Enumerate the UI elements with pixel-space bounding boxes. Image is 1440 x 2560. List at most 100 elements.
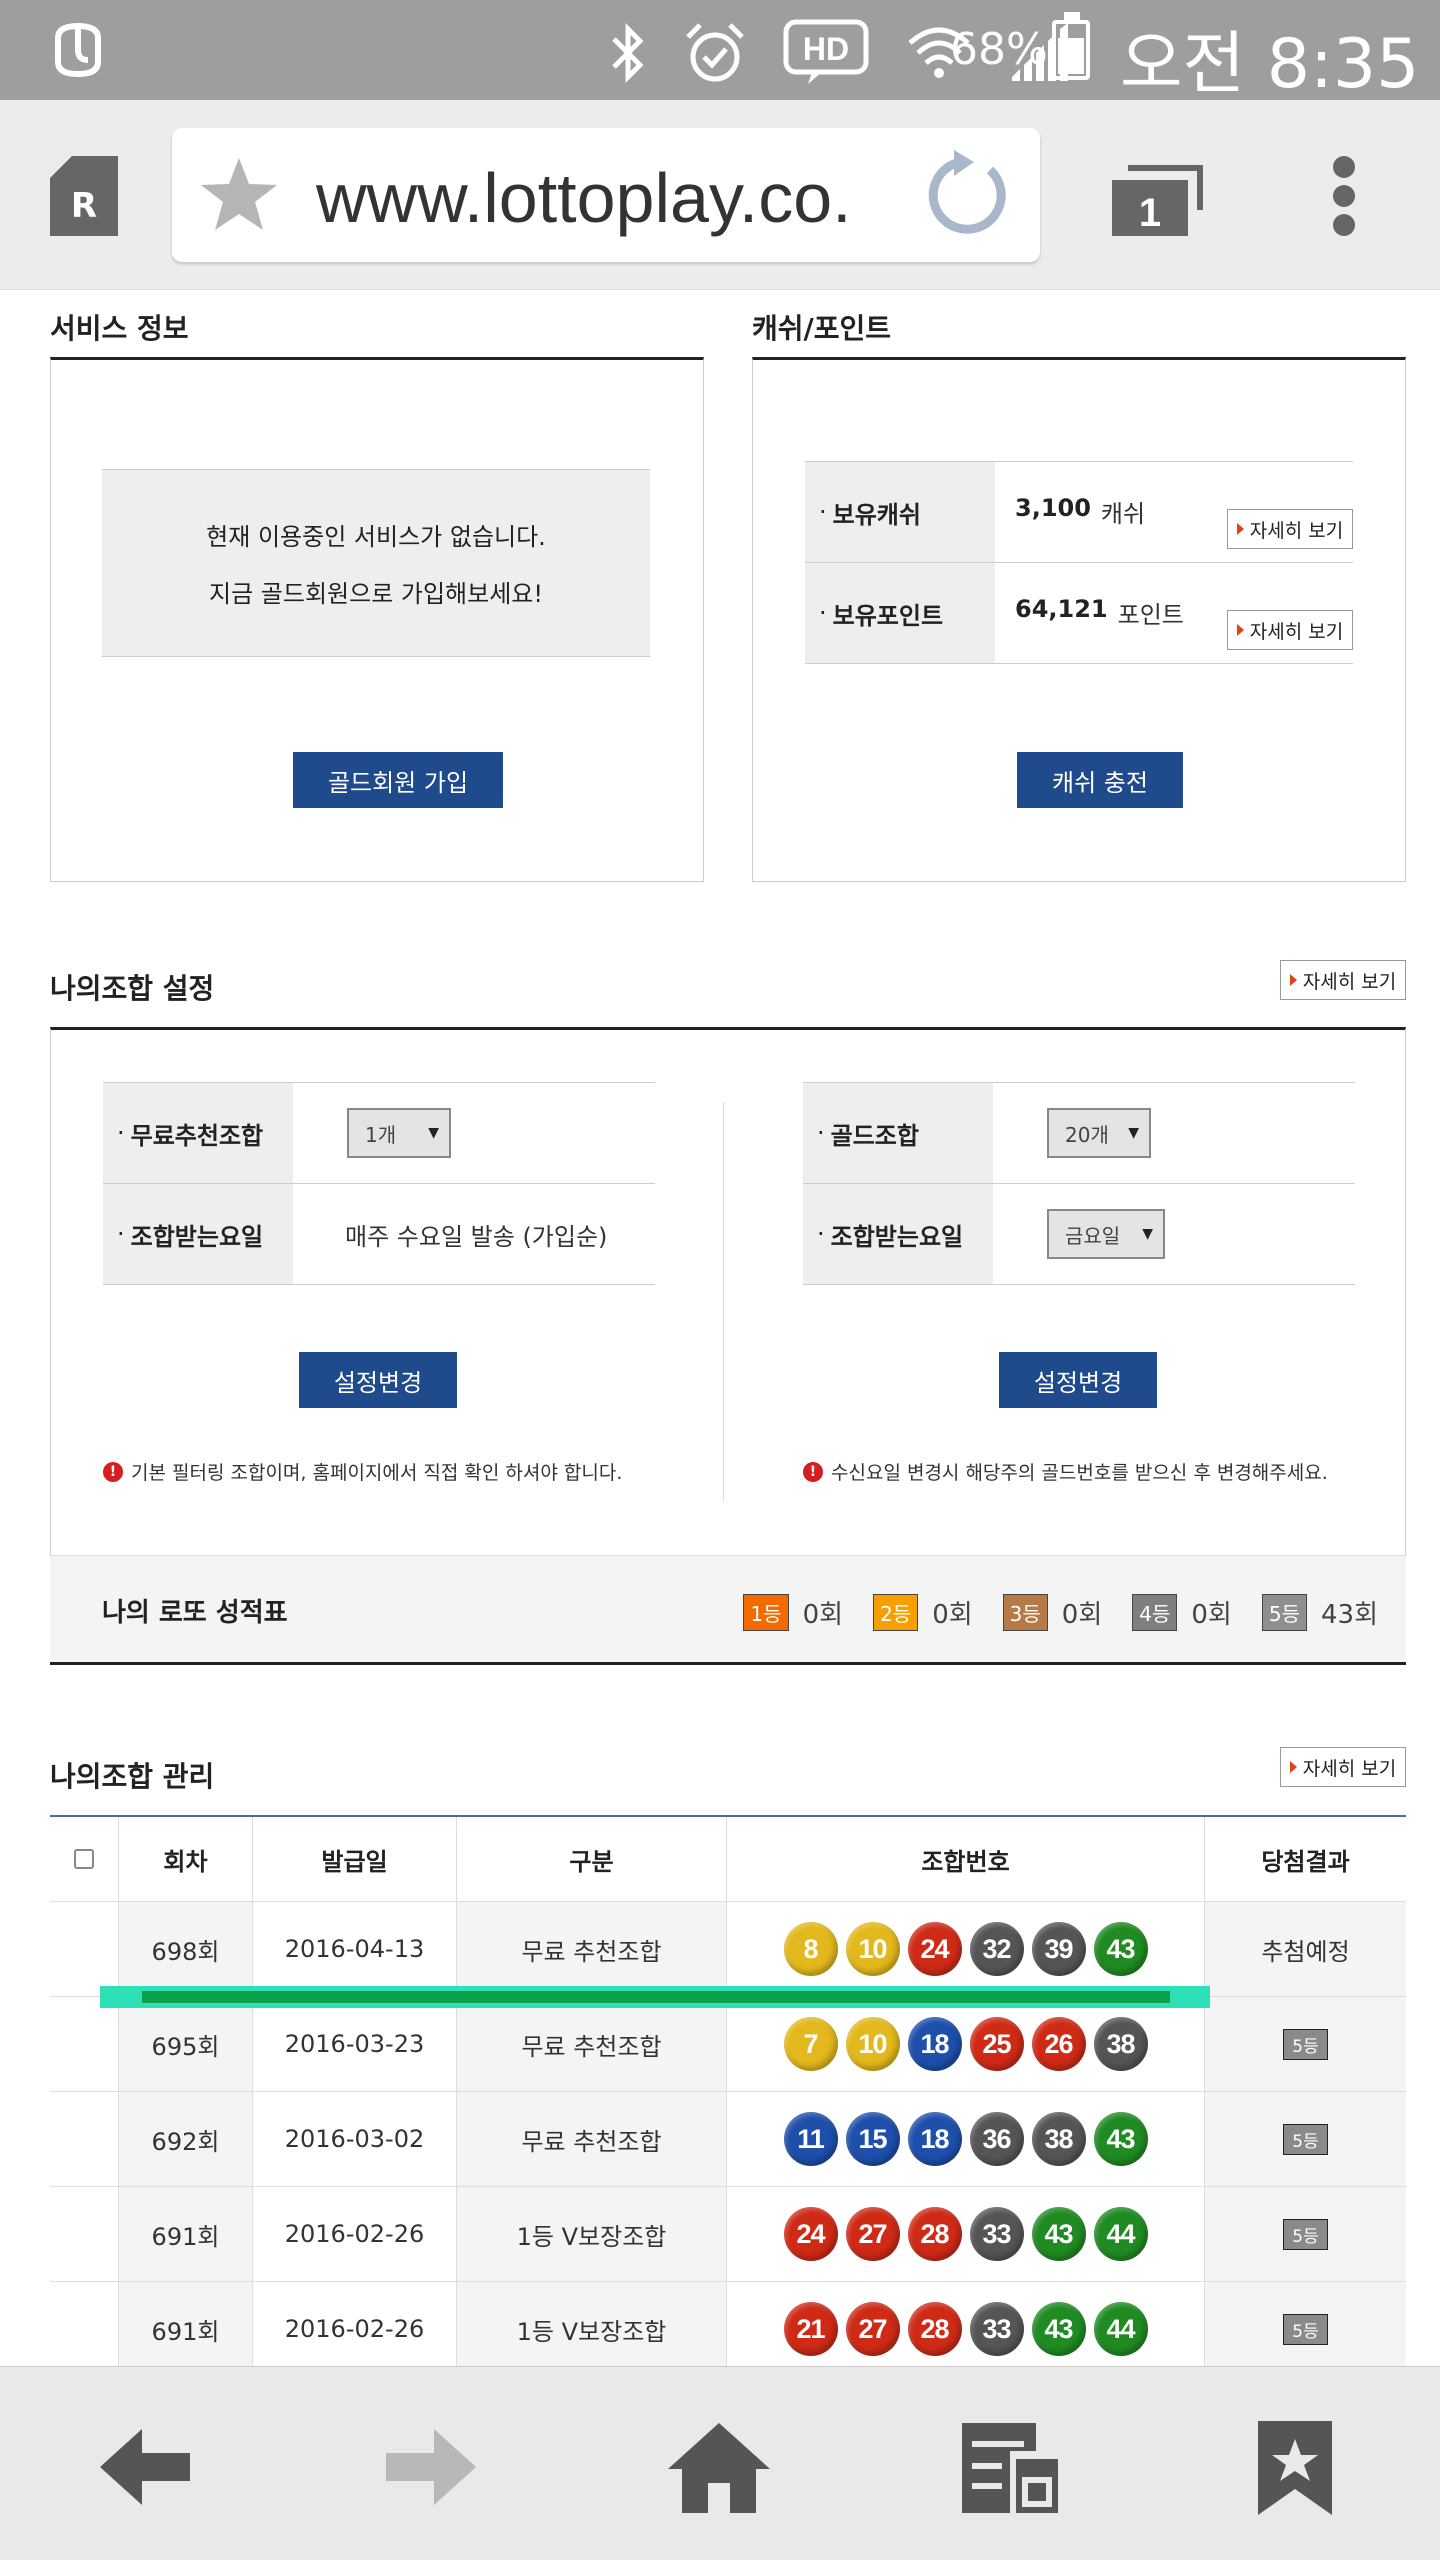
table-row[interactable]: 692회 2016-03-02 무료 추천조합 11 15 18 36 38 43 5등 — [50, 2092, 1406, 2187]
row-result: 추첨예정 — [1204, 1902, 1406, 1996]
cash-row: 보유캐쉬 3,100캐쉬 자세히 보기 — [805, 462, 1353, 563]
overflow-menu-icon[interactable] — [1324, 156, 1364, 236]
free-combo-count-select[interactable]: 1개 — [347, 1108, 451, 1158]
lotto-ball: 43 — [1031, 2207, 1086, 2261]
lotto-ball: 27 — [845, 2302, 900, 2356]
row-check-cell — [50, 1902, 118, 1996]
row-check-cell — [50, 2282, 118, 2366]
rank-5-badge: 5등 — [1261, 1594, 1307, 1631]
rank-4-badge: 4등 — [1132, 1594, 1178, 1631]
no-service-message: 현재 이용중인 서비스가 없습니다. 지금 골드회원으로 가입해보세요! — [102, 469, 650, 657]
result-badge: 5등 — [1283, 2218, 1328, 2250]
gold-combo-row: 골드조합 20개 — [803, 1083, 1355, 1184]
reader-mode-icon[interactable]: R — [50, 156, 118, 236]
row-type: 무료 추천조합 — [456, 1902, 726, 1996]
row-type: 무료 추천조합 — [456, 1997, 726, 2091]
table-header: 회차 발급일 구분 조합번호 당첨결과 — [50, 1817, 1406, 1902]
lotto-ball: 15 — [845, 2112, 900, 2166]
result-badge: 5등 — [1283, 2313, 1328, 2345]
lotto-ball: 43 — [1093, 1922, 1148, 1976]
tabs-button[interactable]: 1 — [1108, 158, 1204, 238]
rank-2-count: 0회 — [932, 1600, 973, 1630]
point-detail-button[interactable]: 자세히 보기 — [1227, 610, 1353, 650]
gold-combo-notice: ! 수신요일 변경시 해당주의 골드번호를 받으신 후 변경해주세요. — [803, 1458, 1328, 1485]
cash-charge-button[interactable]: 캐쉬 충전 — [1017, 752, 1183, 808]
combo-manage-title: 나의조합 관리 — [50, 1760, 215, 1793]
cash-detail-button[interactable]: 자세히 보기 — [1227, 509, 1353, 549]
result-badge: 5등 — [1283, 2028, 1328, 2060]
lotto-ball: 21 — [783, 2302, 838, 2356]
free-combo-save-button[interactable]: 설정변경 — [299, 1352, 457, 1408]
back-icon[interactable] — [90, 2417, 200, 2517]
row-check-cell — [50, 2187, 118, 2281]
arrow-icon — [1289, 1761, 1297, 1773]
arrow-icon — [1236, 523, 1244, 535]
table-row[interactable]: 698회 2016-04-13 무료 추천조합 8 10 24 32 39 43 추첨예정 — [50, 1902, 1406, 1997]
bookmarks-icon[interactable] — [1240, 2417, 1350, 2517]
browser-bottom-nav — [0, 2366, 1440, 2560]
reader-letter: R — [70, 186, 98, 226]
gold-combo-count-select[interactable]: 20개 — [1047, 1108, 1151, 1158]
lotto-ball: 33 — [969, 2207, 1024, 2261]
address-bar[interactable]: www.lottoplay.co. — [172, 128, 1040, 262]
gold-combo-day-select[interactable]: 금요일 — [1047, 1209, 1165, 1259]
lotto-ball: 18 — [907, 2112, 962, 2166]
lotto-ball: 8 — [783, 1922, 838, 1976]
clock: 오전 8:35 — [1120, 25, 1420, 104]
row-round: 692회 — [118, 2092, 252, 2186]
free-combo-day-value: 매주 수요일 발송 (가입순) — [345, 1222, 608, 1251]
cash-point-title: 캐쉬/포인트 — [752, 312, 892, 345]
arrow-icon — [1236, 624, 1244, 636]
reload-icon[interactable] — [920, 148, 1016, 244]
gold-member-join-button[interactable]: 골드회원 가입 — [293, 752, 503, 808]
lotto-ball: 11 — [783, 2112, 838, 2166]
arrow-icon — [1289, 974, 1297, 986]
lotto-ball: 10 — [845, 2017, 900, 2071]
lotto-ball: 28 — [907, 2207, 962, 2261]
message-line-1: 현재 이용중인 서비스가 없습니다. — [206, 523, 546, 551]
service-info-box: 현재 이용중인 서비스가 없습니다. 지금 골드회원으로 가입해보세요! 골드회… — [50, 357, 704, 882]
lotto-ball: 39 — [1031, 1922, 1086, 1976]
rank-3-badge: 3등 — [1002, 1594, 1048, 1631]
row-date: 2016-03-02 — [252, 2092, 456, 2186]
lotto-ball: 24 — [907, 1922, 962, 1976]
free-combo-day-label: 조합받는요일 — [103, 1184, 293, 1284]
table-row[interactable]: 691회 2016-02-26 1등 V보장조합 21 27 28 33 43 44 5등 — [50, 2282, 1406, 2366]
rank-3-count: 0회 — [1061, 1600, 1103, 1630]
service-info-title: 서비스 정보 — [50, 312, 189, 345]
lotto-ball: 24 — [783, 2207, 838, 2261]
browser-toolbar: R www.lottoplay.co. 1 — [0, 100, 1440, 290]
combo-manage-detail-button[interactable]: 자세히 보기 — [1280, 1747, 1406, 1787]
hd-voice-icon: HD — [783, 19, 869, 84]
forward-icon[interactable] — [376, 2417, 486, 2517]
point-label: 보유포인트 — [805, 563, 995, 663]
cash-point-table: 보유캐쉬 3,100캐쉬 자세히 보기 보유포인트 64,121포인트 자세히 … — [805, 461, 1353, 664]
header-round: 회차 — [118, 1817, 252, 1901]
star-icon[interactable] — [196, 152, 282, 238]
combo-settings-detail-button[interactable]: 자세히 보기 — [1280, 960, 1406, 1000]
row-numbers: 7 10 18 25 26 38 — [726, 1997, 1204, 2091]
row-numbers: 8 10 24 32 39 43 — [726, 1902, 1204, 1996]
home-icon[interactable] — [664, 2417, 774, 2517]
free-combo-row: 무료추천조합 1개 — [103, 1083, 655, 1184]
svg-text:HD: HD — [803, 31, 849, 67]
table-row[interactable]: 695회 2016-03-23 무료 추천조합 7 10 18 25 26 38 5등 — [50, 1997, 1406, 2092]
select-all-checkbox[interactable] — [74, 1849, 94, 1869]
gold-combo-save-button[interactable]: 설정변경 — [999, 1352, 1157, 1408]
battery-percent: 68% — [950, 24, 1048, 75]
lotto-ball: 38 — [1031, 2112, 1086, 2166]
tabs-icon: 1 — [1112, 165, 1203, 236]
row-date: 2016-02-26 — [252, 2282, 456, 2366]
battery-icon — [1052, 12, 1090, 80]
table-row[interactable]: 691회 2016-02-26 1등 V보장조합 24 27 28 33 43 44 5등 — [50, 2187, 1406, 2282]
row-type: 무료 추천조합 — [456, 2092, 726, 2186]
lotto-ball: 28 — [907, 2302, 962, 2356]
url-text[interactable]: www.lottoplay.co. — [316, 158, 852, 238]
rank-2-badge: 2등 — [873, 1594, 919, 1631]
lotto-ball: 36 — [969, 2112, 1024, 2166]
combo-settings-title: 나의조합 설정 — [50, 972, 215, 1005]
row-numbers: 21 27 28 33 43 44 — [726, 2282, 1204, 2366]
status-bar: HD 68% 오전 8:35 — [0, 0, 1440, 104]
reader-icon[interactable] — [954, 2417, 1064, 2517]
row-result: 5등 — [1204, 1997, 1406, 2091]
